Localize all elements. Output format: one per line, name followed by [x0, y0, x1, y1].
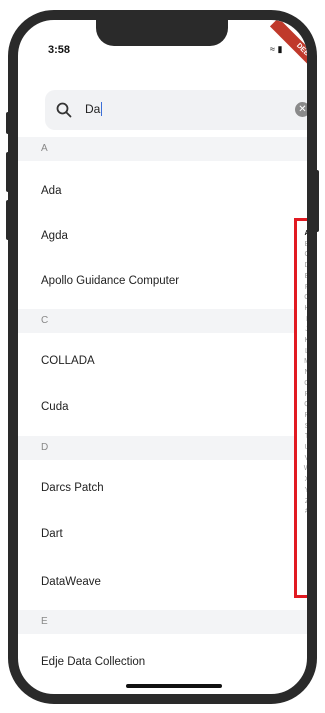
index-letter-hash[interactable]: # [297, 507, 307, 518]
list-item[interactable]: COLLADA [41, 355, 95, 367]
index-letter-c[interactable]: C [297, 250, 307, 261]
index-letter-t[interactable]: T [297, 432, 307, 443]
list-item[interactable]: Apollo Guidance Computer [41, 275, 179, 287]
index-letter-r[interactable]: R [297, 411, 307, 422]
index-letter-f[interactable]: F [297, 283, 307, 294]
index-letter-s[interactable]: S [297, 422, 307, 433]
index-letter-j[interactable]: J [297, 325, 307, 336]
index-letter-x[interactable]: X [297, 475, 307, 486]
index-letter-n[interactable]: N [297, 368, 307, 379]
list-item[interactable]: DataWeave [41, 576, 101, 588]
section-header-c: C [18, 309, 307, 333]
index-letter-v[interactable]: V [297, 454, 307, 465]
index-letter-a[interactable]: A [297, 229, 307, 240]
wifi-icon: ≈ [270, 44, 275, 54]
index-letter-u[interactable]: U [297, 443, 307, 454]
index-letter-d[interactable]: D [297, 261, 307, 272]
index-letter-m[interactable]: M [297, 357, 307, 368]
section-header-d: D [18, 436, 307, 460]
index-letter-p[interactable]: P [297, 390, 307, 401]
section-header-e: E [18, 610, 307, 634]
index-letter-h[interactable]: H [297, 304, 307, 315]
section-header-a: A [18, 137, 307, 161]
search-query[interactable]: Da [85, 102, 103, 116]
list-item[interactable]: Darcs Patch [41, 482, 104, 494]
list-item[interactable]: Agda [41, 230, 68, 242]
list-item[interactable]: Dart [41, 528, 63, 540]
index-letter-q[interactable]: Q [297, 400, 307, 411]
list-item[interactable]: Cuda [41, 401, 69, 413]
index-letter-w[interactable]: W [297, 464, 307, 475]
phone-frame: 3:58 ≈ ▮ DEBUG Da ✕ A Ada Agda Apollo Gu… [8, 10, 317, 704]
index-letter-y[interactable]: Y [297, 486, 307, 497]
clear-icon[interactable]: ✕ [295, 102, 307, 117]
list-item[interactable]: Ada [41, 185, 61, 197]
list-item[interactable]: Edje Data Collection [41, 656, 145, 668]
index-letter-e[interactable]: E [297, 272, 307, 283]
status-icons: ≈ ▮ [270, 44, 282, 55]
search-icon [56, 102, 72, 118]
home-indicator [126, 684, 222, 688]
index-letter-k[interactable]: K [297, 336, 307, 347]
index-letter-i[interactable]: I [297, 315, 307, 326]
alphabet-index-bar[interactable]: A B C D E F G H I J K L M N O P Q R S T U V W X Y Z # [294, 218, 307, 598]
index-letter-l[interactable]: L [297, 347, 307, 358]
index-letter-b[interactable]: B [297, 240, 307, 251]
status-time: 3:58 [48, 44, 71, 56]
index-letter-z[interactable]: Z [297, 497, 307, 508]
notch [96, 20, 228, 46]
index-letter-o[interactable]: O [297, 379, 307, 390]
index-letter-g[interactable]: G [297, 293, 307, 304]
search-input[interactable]: Da ✕ [45, 90, 307, 130]
battery-icon: ▮ [277, 44, 283, 54]
